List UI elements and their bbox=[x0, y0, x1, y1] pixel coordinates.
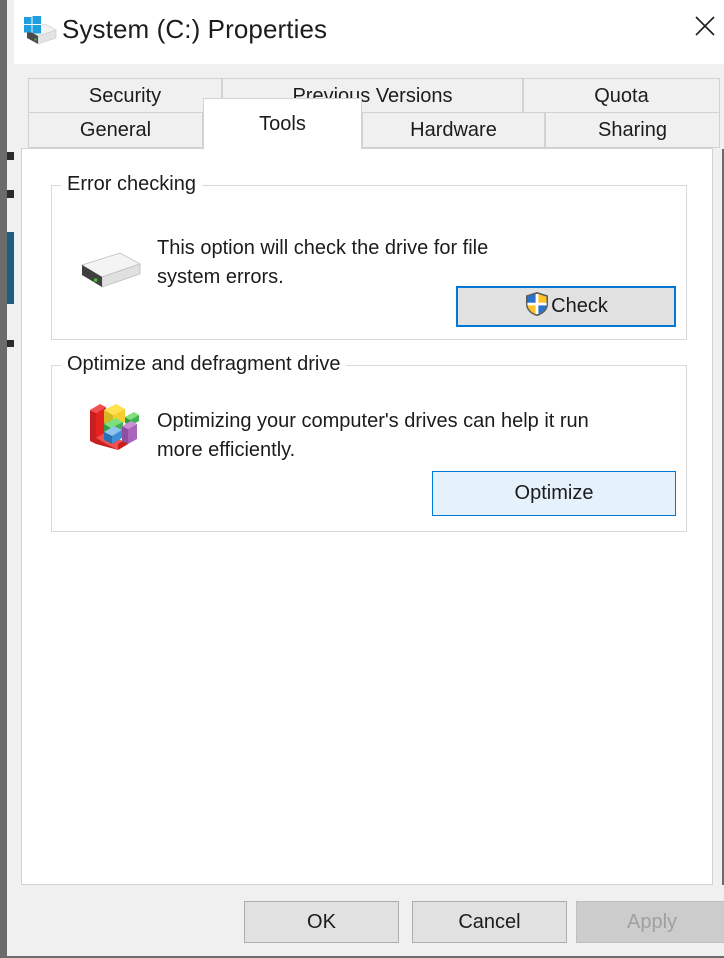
tab-hardware[interactable]: Hardware bbox=[362, 112, 545, 148]
optimize-description: Optimizing your computer's drives can he… bbox=[157, 407, 589, 465]
tab-sharing[interactable]: Sharing bbox=[545, 112, 720, 148]
defragment-icon bbox=[84, 398, 142, 461]
hard-drive-icon bbox=[78, 248, 144, 301]
description-line-2: more efficiently. bbox=[157, 439, 296, 461]
optimize-button-label: Optimize bbox=[514, 482, 594, 504]
dialog-footer: OK Cancel Apply bbox=[14, 885, 724, 956]
close-icon bbox=[694, 15, 716, 37]
close-button[interactable] bbox=[674, 0, 724, 52]
description-line-2: system errors. bbox=[157, 266, 284, 288]
error-checking-description: This option will check the drive for fil… bbox=[157, 234, 488, 292]
error-checking-legend: Error checking bbox=[61, 173, 202, 196]
apply-button: Apply bbox=[576, 901, 724, 943]
check-button-label: Check bbox=[551, 295, 608, 317]
cancel-button[interactable]: Cancel bbox=[412, 901, 567, 943]
system-drive-icon bbox=[19, 14, 57, 48]
description-line-1: This option will check the drive for fil… bbox=[157, 237, 489, 259]
tab-label: General bbox=[79, 118, 152, 141]
tab-label: Quota bbox=[594, 84, 649, 107]
check-button[interactable]: Check bbox=[456, 286, 676, 327]
tab-label: Sharing bbox=[598, 118, 667, 141]
optimize-button[interactable]: Optimize bbox=[432, 471, 676, 516]
background-window-edge bbox=[7, 232, 14, 304]
tab-general[interactable]: General bbox=[28, 112, 203, 148]
description-line-1: Optimizing your computer's drives can he… bbox=[157, 410, 589, 432]
properties-dialog-window: System (C:) Properties Security Previous… bbox=[0, 0, 724, 958]
tab-tools[interactable]: Tools bbox=[203, 98, 362, 150]
tools-tab-panel: Error checking This option will check th… bbox=[21, 148, 713, 885]
optimize-legend: Optimize and defragment drive bbox=[61, 353, 347, 376]
tab-quota[interactable]: Quota bbox=[523, 78, 720, 114]
tab-label: Tools bbox=[259, 112, 306, 135]
background-window-edge bbox=[7, 190, 14, 198]
optimize-defragment-group: Optimize and defragment drive Optimizing… bbox=[51, 353, 687, 532]
error-checking-group: Error checking This option will check th… bbox=[51, 173, 687, 340]
tab-strip: Security Previous Versions Quota General… bbox=[14, 64, 724, 150]
ok-button-label: OK bbox=[307, 910, 336, 933]
apply-button-label: Apply bbox=[626, 910, 678, 933]
ok-button[interactable]: OK bbox=[244, 901, 399, 943]
background-window-edge bbox=[7, 152, 14, 160]
tab-label: Hardware bbox=[410, 118, 497, 141]
uac-shield-icon bbox=[524, 291, 550, 323]
cancel-button-label: Cancel bbox=[458, 910, 521, 933]
background-window-edge bbox=[7, 340, 14, 347]
tab-label: Security bbox=[88, 84, 162, 107]
window-title: System (C:) Properties bbox=[62, 14, 328, 44]
title-bar: System (C:) Properties bbox=[14, 0, 724, 64]
tab-security[interactable]: Security bbox=[28, 78, 222, 114]
